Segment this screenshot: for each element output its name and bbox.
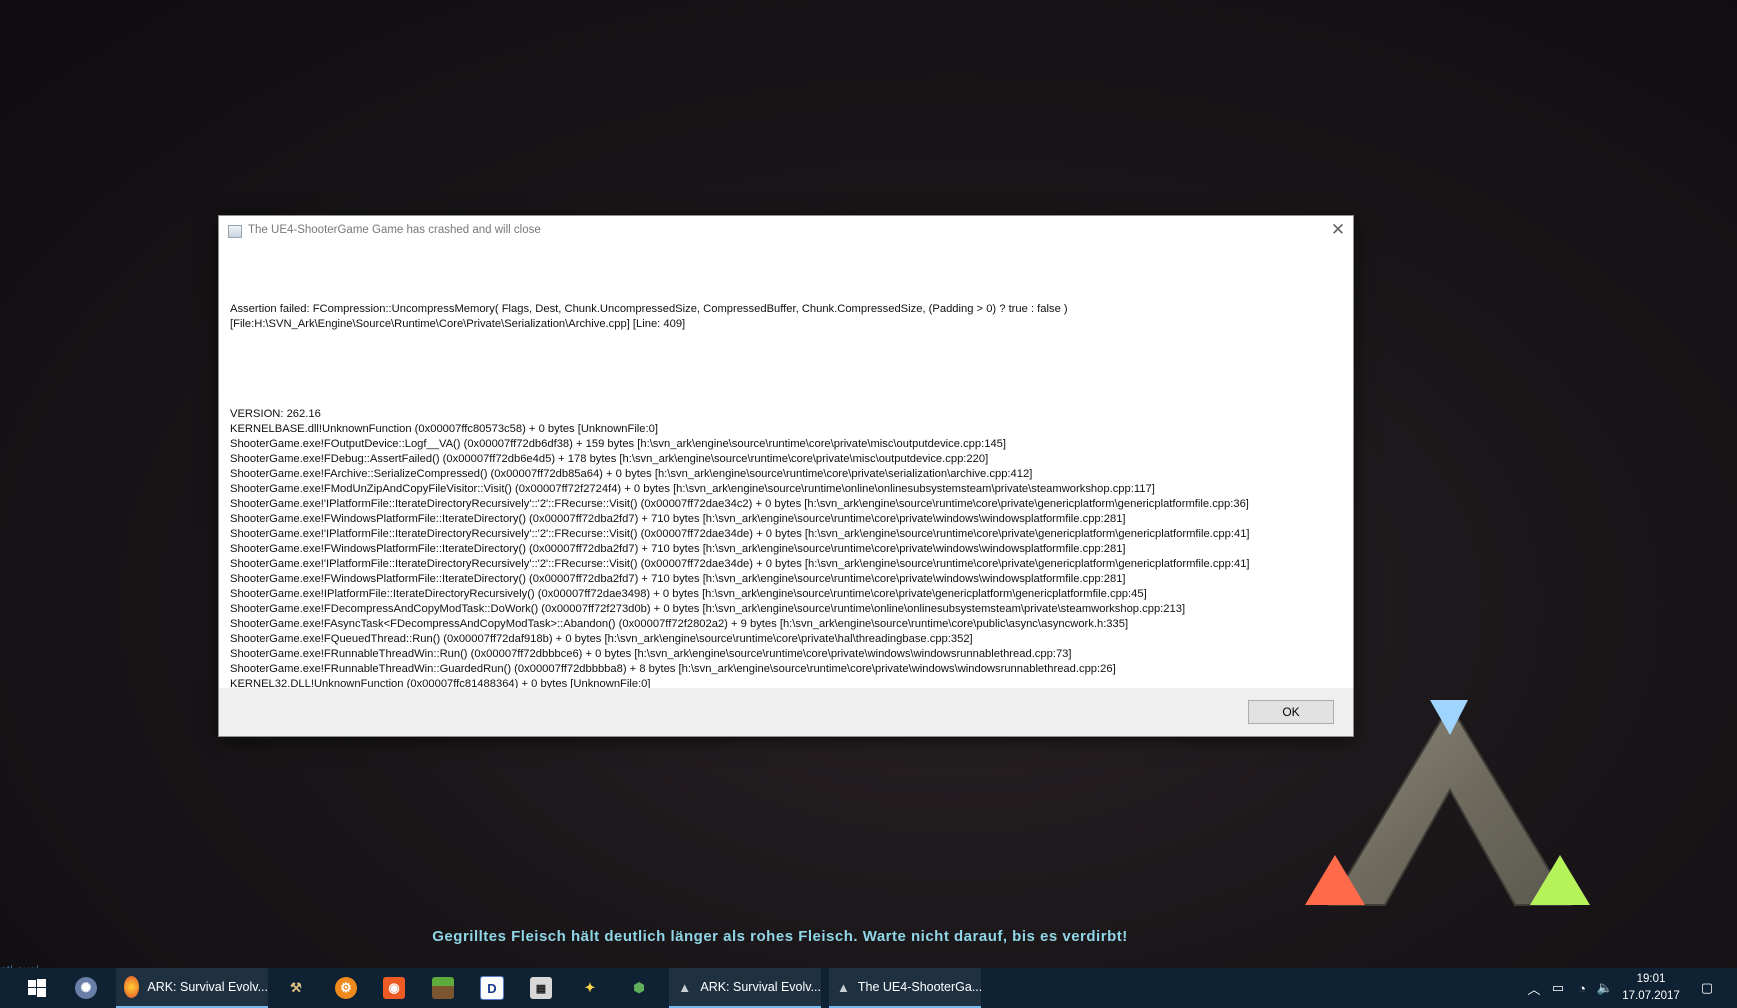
- taskbar-pinned-calculator[interactable]: ▦: [519, 968, 563, 1008]
- taskbar-app-label: ARK: Survival Evolv...: [147, 980, 268, 994]
- taskbar-app-label: The UE4-ShooterGa...: [857, 980, 983, 994]
- jellyfish-icon: ✺: [75, 977, 97, 999]
- close-icon: ✕: [1330, 220, 1346, 239]
- taskbar-clock[interactable]: 19:01 17.07.2017: [1615, 971, 1687, 1005]
- dialog-footer: OK: [219, 688, 1353, 736]
- minecraft-block-icon: [432, 977, 454, 999]
- firefox-icon: [124, 976, 140, 998]
- notification-icon: ▢: [1700, 980, 1714, 995]
- ark-icon: ▲: [678, 979, 692, 995]
- taskbar-pinned-wand[interactable]: ✦: [568, 968, 612, 1008]
- wifi-icon: ◔: [1578, 980, 1586, 996]
- taskbar-pinned-shovel[interactable]: ⚒: [274, 968, 318, 1008]
- chevron-up-icon: ︿: [1527, 981, 1541, 997]
- crash-dialog: The UE4-ShooterGame Game has crashed and…: [219, 216, 1353, 736]
- taskbar-pinned-gear[interactable]: ⚙: [324, 968, 368, 1008]
- ark-icon: ▲: [837, 979, 850, 995]
- taskbar-app-crash-dialog[interactable]: ▲ The UE4-ShooterGa...: [829, 968, 983, 1008]
- dialog-title: The UE4-ShooterGame Game has crashed and…: [248, 224, 541, 236]
- taskbar-app-label: ARK: Survival Evolv...: [700, 980, 821, 994]
- clock-date: 17.07.2017: [1622, 990, 1680, 1002]
- dialog-titlebar[interactable]: The UE4-ShooterGame Game has crashed and…: [219, 216, 1353, 246]
- start-button[interactable]: [15, 968, 59, 1008]
- cube-icon: ⬢: [633, 980, 645, 995]
- taskbar-pinned-cube[interactable]: ⬢: [617, 968, 661, 1008]
- orange-app-icon: ◉: [383, 977, 405, 999]
- taskbar-pinned-d-app[interactable]: D: [470, 968, 514, 1008]
- taskbar: ✺ ARK: Survival Evolv... ⚒ ⚙ ◉ D ▦ ✦ ⬢ ▲…: [0, 968, 1737, 1008]
- wand-icon: ✦: [584, 980, 596, 995]
- loading-tip: Gegrilltes Fleisch hält deutlich länger …: [432, 928, 1128, 945]
- taskbar-pinned-orange-app[interactable]: ◉: [372, 968, 416, 1008]
- taskbar-pinned-minecraft[interactable]: [421, 968, 465, 1008]
- tray-battery[interactable]: ▭: [1547, 968, 1569, 1008]
- tray-network[interactable]: ◔: [1571, 968, 1593, 1008]
- battery-icon: ▭: [1551, 980, 1565, 995]
- action-center-button[interactable]: ▢: [1692, 968, 1722, 1008]
- tray-overflow-button[interactable]: ︿: [1523, 968, 1545, 1008]
- taskbar-pinned-jellyfish[interactable]: ✺: [64, 968, 108, 1008]
- tray-volume[interactable]: 🔈: [1594, 968, 1616, 1008]
- calculator-icon: ▦: [530, 977, 552, 999]
- taskbar-app-ark-game[interactable]: ▲ ARK: Survival Evolv...: [669, 968, 821, 1008]
- crash-message: Assertion failed: FCompression::Uncompre…: [230, 272, 1342, 752]
- ok-button[interactable]: OK: [1248, 700, 1334, 724]
- gear-orange-icon: ⚙: [335, 977, 357, 999]
- close-button[interactable]: ✕: [1323, 216, 1353, 246]
- d-app-icon: D: [480, 976, 504, 1000]
- assertion-text: Assertion failed: FCompression::Uncompre…: [230, 303, 1068, 330]
- clock-time: 19:01: [1636, 973, 1666, 985]
- start-icon: [28, 979, 46, 997]
- speaker-icon: 🔈: [1596, 980, 1614, 995]
- window-icon: [228, 225, 242, 238]
- shovel-icon: ⚒: [290, 980, 302, 995]
- taskbar-app-firefox[interactable]: ARK: Survival Evolv...: [116, 968, 268, 1008]
- stack-trace: VERSION: 262.16 KERNELBASE.dll!UnknownFu…: [230, 408, 1250, 720]
